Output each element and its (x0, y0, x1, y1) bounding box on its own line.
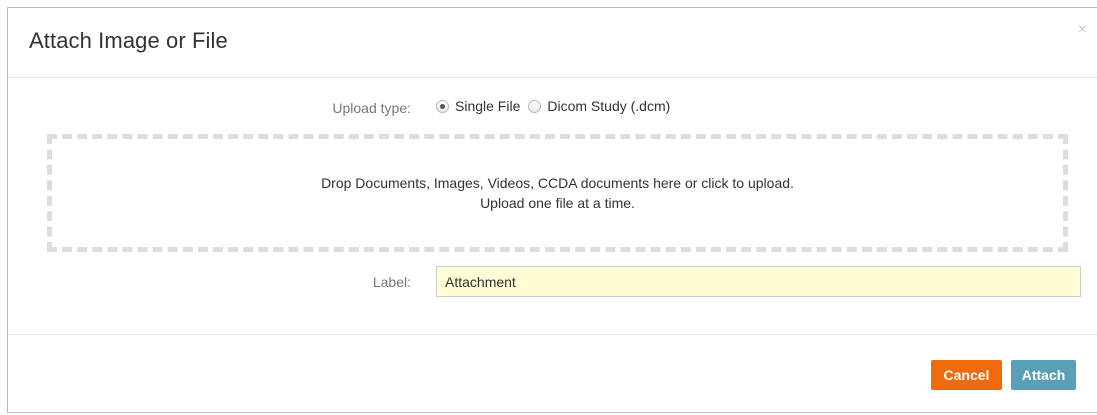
dialog-footer: Cancel Attach (8, 334, 1097, 412)
label-row: Label: (8, 266, 1097, 298)
upload-type-radio-group: Single File Dicom Study (.dcm) (436, 98, 678, 114)
dicom-study-radio[interactable] (528, 99, 542, 113)
close-icon[interactable]: × (1078, 22, 1087, 38)
attach-file-dialog: Attach Image or File × Upload type: Sing… (7, 7, 1097, 413)
dialog-header: Attach Image or File × (8, 8, 1097, 78)
dropzone-hint: Upload one file at a time. (480, 195, 635, 211)
dicom-study-radio-label[interactable]: Dicom Study (.dcm) (547, 98, 670, 114)
upload-type-label: Upload type: (332, 100, 411, 116)
label-input[interactable] (436, 266, 1081, 297)
label-field-label: Label: (372, 274, 411, 290)
upload-type-row: Upload type: Single File Dicom Study (.d… (8, 96, 1097, 118)
dropzone-instruction: Drop Documents, Images, Videos, CCDA doc… (321, 175, 794, 191)
attach-button[interactable]: Attach (1011, 360, 1076, 390)
file-dropzone[interactable]: Drop Documents, Images, Videos, CCDA doc… (47, 134, 1068, 252)
single-file-radio-label[interactable]: Single File (455, 98, 520, 114)
single-file-radio[interactable] (436, 99, 449, 113)
dialog-title: Attach Image or File (29, 28, 228, 53)
cancel-button[interactable]: Cancel (931, 360, 1002, 390)
